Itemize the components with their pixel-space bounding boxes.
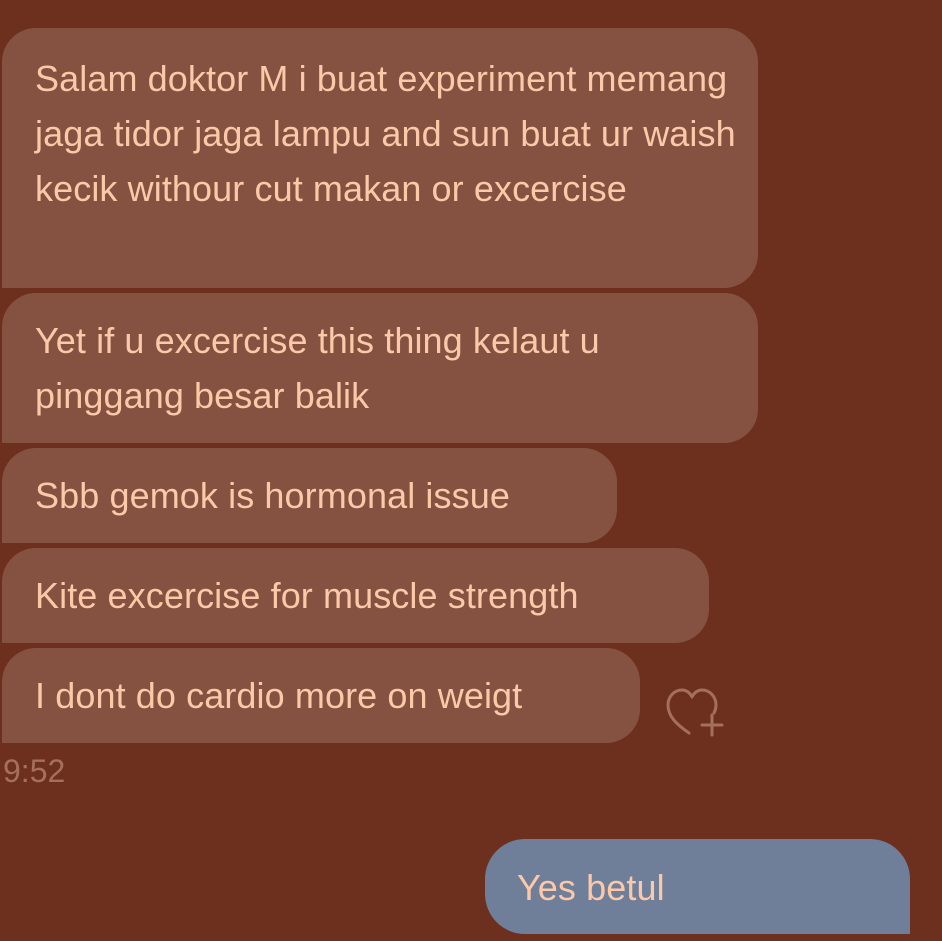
received-message[interactable]: Yet if u excercise this thing kelaut u p… xyxy=(2,293,758,443)
received-message[interactable]: Kite excercise for muscle strength xyxy=(2,548,709,643)
message-timestamp: 9:52 xyxy=(3,753,66,789)
conversation: Salam doktor M i buat experiment memang … xyxy=(0,0,942,941)
received-message[interactable]: I dont do cardio more on weigt xyxy=(2,648,640,743)
heart-plus-icon[interactable] xyxy=(663,684,725,740)
received-message[interactable]: Salam doktor M i buat experiment memang … xyxy=(2,28,758,288)
received-message[interactable]: Sbb gemok is hormonal issue xyxy=(2,448,617,543)
sent-message[interactable]: Yes betul xyxy=(485,839,910,934)
